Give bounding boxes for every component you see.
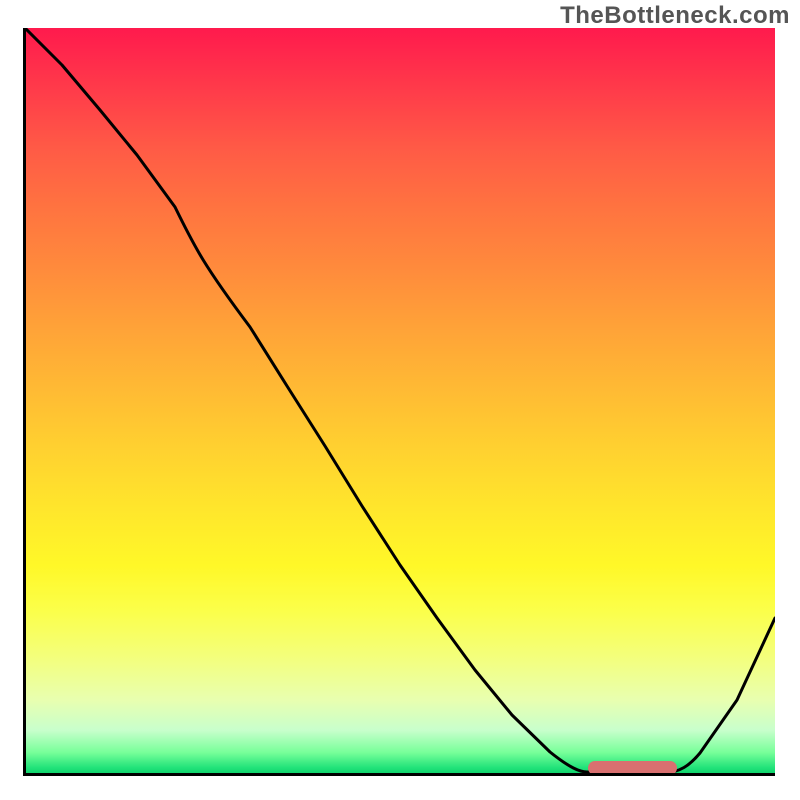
y-axis (23, 28, 26, 775)
chart-container: TheBottleneck.com (0, 0, 800, 800)
watermark-text: TheBottleneck.com (560, 2, 790, 30)
plot-area (25, 28, 775, 775)
x-axis (23, 773, 775, 776)
chart-svg (25, 28, 775, 775)
bottleneck-curve (25, 28, 775, 773)
